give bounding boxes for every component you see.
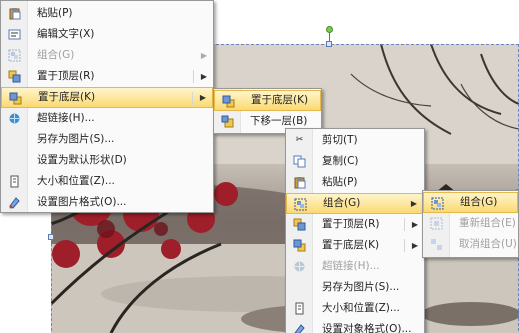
- menu-item-format-object[interactable]: 设置对象格式(O)...: [286, 319, 424, 333]
- group-icon: [294, 198, 307, 211]
- menu-item-split-divider: [404, 239, 405, 252]
- menu-item-label: 重新组合(E): [459, 217, 516, 229]
- menu-item-label: 置于底层(K): [322, 239, 380, 251]
- menu-item-paste[interactable]: 粘贴(P): [1, 3, 213, 24]
- size-position-icon: [293, 302, 306, 315]
- menu-item-split-divider: [192, 92, 193, 105]
- menu-item-label: 置于底层(K): [38, 91, 96, 103]
- menu-item-size-position[interactable]: 大小和位置(Z)...: [286, 298, 424, 319]
- menu-item-label: 置于底层(K): [251, 94, 309, 106]
- paste-icon: [8, 7, 21, 20]
- context-menu-object: ✂ 剪切(T) 复制(C) 粘贴(P) 组合(G) ▶ 置于顶层(R) ▶ 置于…: [285, 128, 425, 333]
- submenu-arrow-icon: ▶: [411, 241, 418, 250]
- menu-item-save-as-picture[interactable]: 另存为图片(S)...: [286, 277, 424, 298]
- send-to-back-icon: [9, 92, 22, 105]
- bring-to-front-icon: [8, 70, 21, 83]
- send-to-back-icon: [293, 239, 306, 252]
- bring-to-front-icon: [293, 218, 306, 231]
- menu-item-format-picture[interactable]: 设置图片格式(O)...: [1, 192, 213, 213]
- menu-item-label: 置于顶层(R): [322, 218, 380, 230]
- edit-text-icon: [8, 28, 21, 41]
- menu-item-label: 剪切(T): [322, 134, 358, 146]
- menu-item-label: 组合(G): [460, 196, 498, 208]
- regroup-icon: [430, 217, 443, 230]
- submenu-arrow-icon: ▶: [410, 199, 417, 208]
- submenu-arrow-icon: ▶: [200, 72, 207, 81]
- menu-item-label: 组合(G): [323, 197, 361, 209]
- menu-item-cut[interactable]: ✂ 剪切(T): [286, 130, 424, 151]
- menu-item-label: 下移一层(B): [250, 115, 308, 127]
- menu-item-label: 粘贴(P): [37, 7, 73, 19]
- menu-item-paste[interactable]: 粘贴(P): [286, 172, 424, 193]
- menu-item-split-divider: [193, 70, 194, 83]
- menu-item-label: 超链接(H)...: [37, 112, 95, 124]
- menu-item-group[interactable]: 组合(G) ▶: [286, 193, 424, 214]
- menu-item-label: 编辑文字(X): [37, 28, 95, 40]
- menu-item-label: 超链接(H)...: [322, 260, 380, 272]
- size-position-icon: [8, 175, 21, 188]
- resize-handle-top[interactable]: [326, 41, 332, 47]
- menu-item-split-divider: [404, 218, 405, 231]
- hyperlink-icon: [293, 260, 306, 273]
- menu-item-size-position[interactable]: 大小和位置(Z)...: [1, 171, 213, 192]
- menu-item-hyperlink[interactable]: 超链接(H)...: [1, 108, 213, 129]
- menu-item-label: 大小和位置(Z)...: [37, 175, 115, 187]
- format-picture-icon: [8, 196, 21, 209]
- rotation-handle[interactable]: [326, 26, 333, 33]
- copy-icon: [293, 155, 306, 168]
- group-icon: [8, 49, 21, 62]
- menu-item-regroup[interactable]: 重新组合(E): [423, 213, 518, 234]
- menu-item-label: 另存为图片(S)...: [37, 133, 115, 145]
- menu-item-ungroup[interactable]: 取消组合(U): [423, 234, 518, 255]
- menu-item-label: 组合(G): [37, 49, 75, 61]
- menu-item-label: 取消组合(U): [459, 238, 517, 250]
- menu-item-label: 粘贴(P): [322, 176, 358, 188]
- ungroup-icon: [430, 238, 443, 251]
- send-backward-icon: [221, 115, 234, 128]
- menu-item-label: 设置图片格式(O)...: [37, 196, 127, 208]
- submenu-arrow-icon: ▶: [411, 220, 418, 229]
- menu-item-send-to-back[interactable]: 置于底层(K): [214, 90, 321, 111]
- menu-item-group[interactable]: 组合(G): [423, 192, 518, 213]
- menu-item-label: 复制(C): [322, 155, 359, 167]
- menu-item-group[interactable]: 组合(G) ▶: [1, 45, 213, 66]
- menu-item-save-as-picture[interactable]: 另存为图片(S)...: [1, 129, 213, 150]
- submenu-group: 组合(G) 重新组合(E) 取消组合(U): [422, 190, 519, 258]
- submenu-arrow-icon: ▶: [200, 51, 207, 60]
- hyperlink-icon: [8, 112, 21, 125]
- menu-item-bring-to-front[interactable]: 置于顶层(R) ▶: [286, 214, 424, 235]
- menu-item-label: 置于顶层(R): [37, 70, 95, 82]
- menu-item-edit-text[interactable]: 编辑文字(X): [1, 24, 213, 45]
- paste-icon: [293, 176, 306, 189]
- send-to-back-icon: [222, 95, 235, 108]
- menu-item-copy[interactable]: 复制(C): [286, 151, 424, 172]
- menu-item-label: 设置为默认形状(D): [37, 154, 127, 166]
- cut-icon: ✂: [295, 135, 304, 145]
- menu-item-set-default-shape[interactable]: 设置为默认形状(D): [1, 150, 213, 171]
- menu-item-label: 另存为图片(S)...: [322, 281, 400, 293]
- menu-item-send-to-back[interactable]: 置于底层(K) ▶: [1, 87, 213, 108]
- menu-item-label: 大小和位置(Z)...: [322, 302, 400, 314]
- context-menu-picture: 粘贴(P) 编辑文字(X) 组合(G) ▶ 置于顶层(R) ▶ 置于底层(K) …: [0, 0, 214, 213]
- menu-item-bring-to-front[interactable]: 置于顶层(R) ▶: [1, 66, 213, 87]
- menu-item-send-to-back[interactable]: 置于底层(K) ▶: [286, 235, 424, 256]
- powerpoint-slide-area: 粘贴(P) 编辑文字(X) 组合(G) ▶ 置于顶层(R) ▶ 置于底层(K) …: [0, 0, 519, 333]
- menu-item-hyperlink[interactable]: 超链接(H)...: [286, 256, 424, 277]
- submenu-arrow-icon: ▶: [199, 93, 206, 102]
- format-object-icon: [293, 323, 306, 333]
- group-icon: [431, 197, 444, 210]
- menu-item-label: 设置对象格式(O)...: [322, 323, 412, 333]
- resize-handle-left[interactable]: [48, 234, 54, 240]
